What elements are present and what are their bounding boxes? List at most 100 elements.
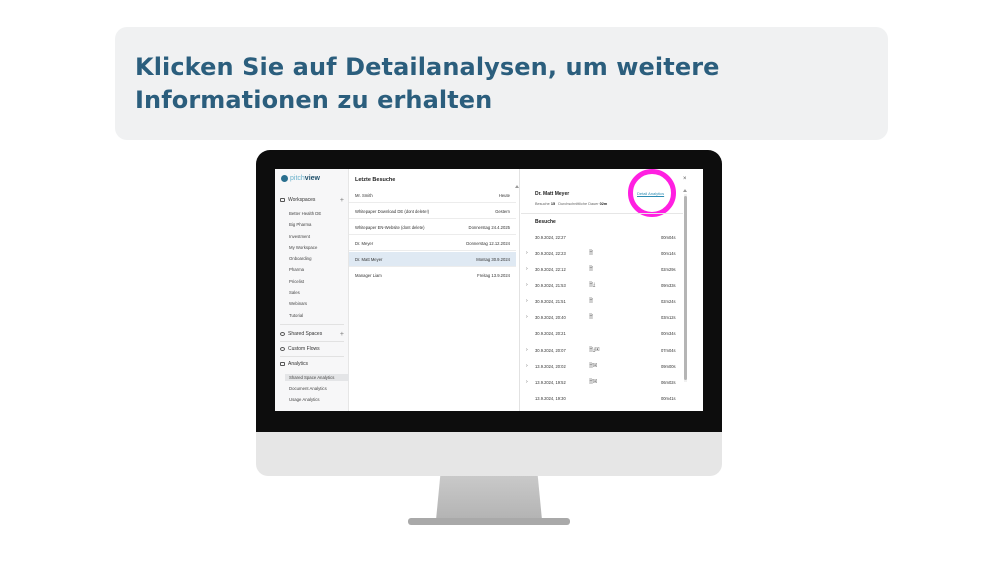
chevron-right-icon[interactable]: ›: [526, 298, 528, 304]
chevron-right-icon[interactable]: ›: [526, 266, 528, 272]
visit-datetime: 13.9.2024, 20:02: [535, 364, 566, 369]
visit-duration: 09m00s: [661, 364, 676, 369]
list-item[interactable]: Whitepaper Download DE (dont delete!) Ge…: [349, 204, 516, 219]
sidebar-item-workspace[interactable]: Pharma: [289, 267, 304, 272]
recent-visits-title: Letzte Besuche: [355, 177, 396, 183]
sidebar-divider: [280, 324, 344, 325]
visit-row[interactable]: 30.9.2024, 22:27 00m04s: [521, 231, 683, 247]
add-shared-space-icon[interactable]: +: [340, 331, 344, 338]
visit-date: Donnerstag 24.4.2025: [468, 225, 510, 230]
visitor-name: Mr. Smith: [355, 193, 373, 198]
close-icon[interactable]: ×: [683, 176, 687, 182]
document-icon: 🗎: [589, 266, 594, 272]
list-item[interactable]: Dr. Meyer Donnerstag 12.12.2024: [349, 236, 516, 251]
visit-row[interactable]: › 13.9.2024, 20:02 🗎▣ 09m00s: [521, 360, 683, 376]
sidebar-section-analytics[interactable]: Analytics: [280, 361, 344, 367]
highlight-circle: [628, 169, 676, 217]
document-icon: 🗎: [589, 250, 594, 256]
visit-datetime: 30.9.2024, 20:07: [535, 348, 566, 353]
visit-date: Donnerstag 12.12.2024: [466, 241, 510, 246]
sidebar-section-label: Workspaces: [288, 197, 316, 203]
add-workspace-icon[interactable]: +: [340, 197, 344, 204]
visit-datetime: 13.9.2024, 19:30: [535, 396, 566, 401]
list-item-selected[interactable]: Dr. Matt Meyer Montag 30.9.2024: [349, 252, 516, 267]
visit-row[interactable]: › 30.9.2024, 20:40 🗎 03m12s: [521, 311, 683, 327]
visit-row[interactable]: › 30.9.2024, 22:23 🗎 00m14s: [521, 247, 683, 263]
sidebar-item-workspace[interactable]: Tutorial: [289, 313, 303, 318]
visit-duration: 02m29s: [661, 267, 676, 272]
document-icon: 🗎▣: [589, 363, 598, 369]
avg-duration-label: Durchschnittliche Dauer: [558, 202, 599, 206]
visit-datetime: 13.9.2024, 19:52: [535, 380, 566, 385]
sidebar-item-workspace[interactable]: Big Pharma: [289, 222, 311, 227]
chevron-right-icon[interactable]: ›: [526, 282, 528, 288]
visit-date: Montag 30.9.2024: [476, 257, 510, 262]
visit-duration: 02m24s: [661, 299, 676, 304]
visit-row[interactable]: › 30.9.2024, 21:53 🗎⤓ 09m33s: [521, 279, 683, 295]
visit-date: Freitag 13.9.2024: [477, 273, 510, 278]
sidebar-item-workspace[interactable]: My Workspace: [289, 245, 317, 250]
visit-datetime: 30.9.2024, 22:23: [535, 251, 566, 256]
sidebar-item-workspace[interactable]: Investment: [289, 234, 310, 239]
list-item[interactable]: Mr. Smith Heute: [349, 188, 516, 203]
scrollbar-thumb[interactable]: [684, 196, 687, 380]
document-icon: 🗎▣: [589, 379, 598, 385]
scroll-up-icon[interactable]: [683, 189, 687, 192]
analytics-icon: [280, 362, 285, 366]
sidebar-item-shared-space-analytics[interactable]: Shared Space Analytics: [285, 374, 349, 381]
chevron-right-icon[interactable]: ›: [526, 250, 528, 256]
visitor-detail-name: Dr. Matt Meyer: [535, 191, 570, 197]
visit-row[interactable]: › 30.9.2024, 20:07 🗎⤓▣ 07m04s: [521, 344, 683, 360]
monitor-chin: [256, 432, 722, 476]
visit-duration: 00m34s: [661, 331, 676, 336]
chevron-right-icon[interactable]: ›: [526, 363, 528, 369]
sidebar-item-usage-analytics[interactable]: Usage Analytics: [289, 397, 320, 402]
visitor-name: Whitepaper Download DE (dont delete!): [355, 209, 430, 214]
logo-text-a: pitch: [290, 174, 305, 182]
visit-date: Gestern: [495, 209, 510, 214]
app-logo[interactable]: pitch view: [281, 173, 320, 183]
app-screen: pitch view Workspaces + Better Health DE…: [275, 169, 703, 411]
visit-duration: 06m02s: [661, 380, 676, 385]
sidebar-section-label: Custom Flows: [288, 346, 320, 352]
visit-duration: 03m12s: [661, 315, 676, 320]
logo-mark-icon: [281, 174, 288, 182]
visit-row[interactable]: 30.9.2024, 20:21 00m34s: [521, 327, 683, 343]
visit-row[interactable]: 13.9.2024, 19:30 00m41s: [521, 392, 683, 408]
visit-duration: 09m33s: [661, 283, 676, 288]
visit-duration: 00m41s: [661, 396, 676, 401]
visits-section-title: Besuche: [535, 219, 556, 225]
chevron-right-icon[interactable]: ›: [526, 314, 528, 320]
sidebar-item-document-analytics[interactable]: Document Analytics: [289, 386, 327, 391]
sidebar-item-workspace[interactable]: Webinars: [289, 301, 307, 306]
sidebar-section-workspaces[interactable]: Workspaces +: [280, 197, 344, 204]
visits-count: 15: [550, 202, 556, 206]
sidebar-item-workspace[interactable]: Onboarding: [289, 256, 311, 261]
visit-datetime: 30.9.2024, 20:21: [535, 331, 566, 336]
chevron-right-icon[interactable]: ›: [526, 379, 528, 385]
visit-row[interactable]: › 13.9.2024, 19:52 🗎▣ 06m02s: [521, 376, 683, 392]
visit-datetime: 30.9.2024, 21:53: [535, 283, 566, 288]
visitor-name: Dr. Meyer: [355, 241, 374, 246]
list-item[interactable]: Manager Liam Freitag 13.9.2024: [349, 268, 516, 283]
sidebar-section-custom-flows[interactable]: Custom Flows: [280, 346, 344, 352]
visit-row[interactable]: › 30.9.2024, 22:12 🗎 02m29s: [521, 263, 683, 279]
list-item[interactable]: Whitepaper EN-Website (dont delete) Donn…: [349, 220, 516, 235]
visit-datetime: 30.9.2024, 22:12: [535, 267, 566, 272]
folder-icon: [280, 198, 285, 202]
sidebar-item-workspace[interactable]: Pricelist: [289, 279, 304, 284]
visit-row[interactable]: › 30.9.2024, 21:51 🗎 02m24s: [521, 295, 683, 311]
custom-flows-icon: [280, 347, 285, 351]
sidebar-item-workspace[interactable]: Sales: [289, 290, 300, 295]
monitor-foot: [408, 518, 570, 525]
detail-divider: [521, 213, 683, 214]
sidebar-divider: [280, 356, 344, 357]
sidebar-section-label: Shared Spaces: [288, 331, 323, 337]
sidebar-item-workspace[interactable]: Better Health DE: [289, 211, 321, 216]
chevron-right-icon[interactable]: ›: [526, 347, 528, 353]
sidebar-section-shared-spaces[interactable]: Shared Spaces +: [280, 331, 344, 338]
logo-text-b: view: [304, 174, 320, 182]
sidebar-divider: [280, 341, 344, 342]
instruction-title: Klicken Sie auf Detailanalysen, um weite…: [135, 53, 720, 114]
visit-duration: 07m04s: [661, 348, 676, 353]
